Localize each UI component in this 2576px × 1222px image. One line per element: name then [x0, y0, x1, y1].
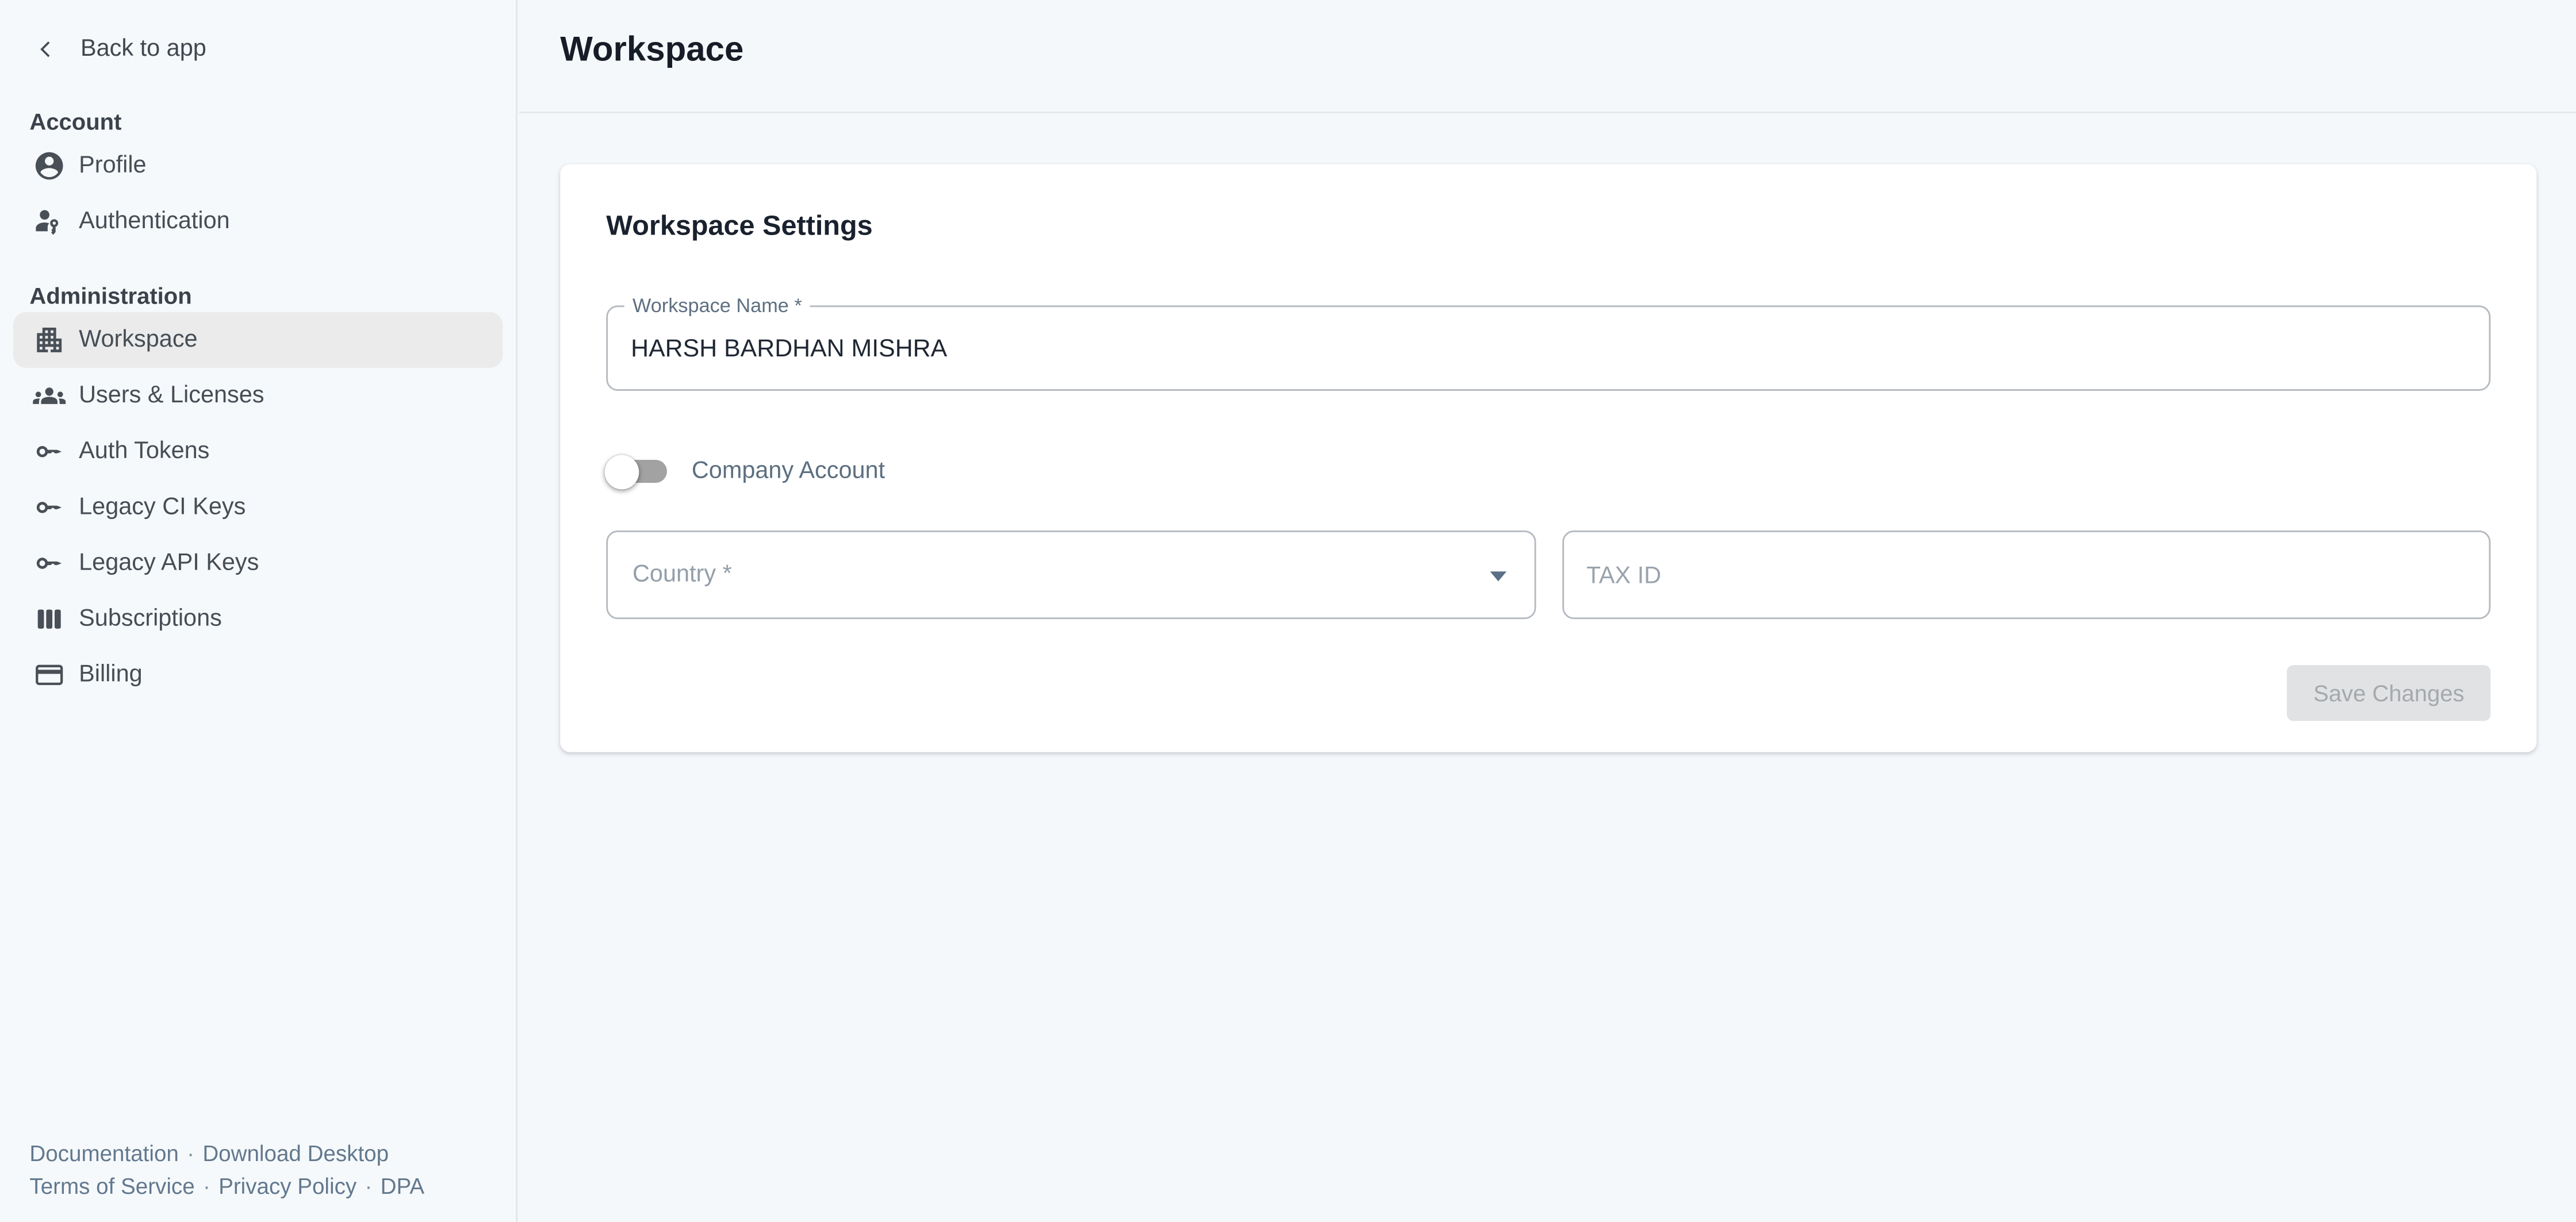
sidebar-item-users-licenses[interactable]: Users & Licenses: [13, 368, 503, 424]
company-account-label: Company Account: [692, 458, 885, 485]
back-to-app-label: Back to app: [80, 36, 206, 63]
sidebar-item-subscriptions[interactable]: Subscriptions: [13, 591, 503, 647]
workspace-settings-page: Back to app Account Profile Authenticati…: [0, 0, 2576, 1222]
back-to-app-button[interactable]: Back to app: [33, 26, 206, 72]
caret-down-icon: [1489, 571, 1506, 581]
footer-row-1: Documentation · Download Desktop: [29, 1138, 424, 1170]
workspace-name-input[interactable]: [608, 307, 2489, 389]
sidebar-item-authentication[interactable]: Authentication: [13, 194, 503, 249]
main-header: Workspace: [519, 0, 2576, 113]
section-title-administration: Administration: [29, 279, 516, 312]
workspace-name-field: Workspace Name *: [606, 305, 2490, 391]
card-title: Workspace Settings: [606, 164, 2490, 247]
sidebar-item-legacy-api-keys[interactable]: Legacy API Keys: [13, 535, 503, 591]
company-account-row: Company Account: [606, 454, 2490, 490]
footer-link-documentation[interactable]: Documentation: [29, 1142, 178, 1166]
page-title: Workspace: [560, 31, 743, 71]
workspace-name-label: Workspace Name *: [624, 294, 810, 318]
chevron-left-icon: [33, 36, 59, 63]
save-row: Save Changes: [606, 665, 2490, 721]
columns-icon: [33, 603, 66, 636]
workspace-settings-card: Workspace Settings Workspace Name * Comp…: [560, 164, 2536, 752]
user-key-icon: [33, 205, 66, 238]
building-icon: [33, 324, 66, 356]
sidebar-item-billing[interactable]: Billing: [13, 647, 503, 703]
sidebar: Back to app Account Profile Authenticati…: [0, 0, 518, 1222]
footer-separator: ·: [203, 1173, 210, 1198]
tax-id-field: [1562, 531, 2491, 619]
sidebar-item-label: Legacy CI Keys: [79, 494, 246, 521]
sidebar-footer: Documentation · Download Desktop Terms of …: [29, 1138, 424, 1202]
country-label: Country *: [632, 562, 732, 588]
sidebar-item-workspace[interactable]: Workspace: [13, 312, 503, 368]
footer-link-dpa[interactable]: DPA: [381, 1173, 424, 1198]
users-group-icon: [33, 379, 66, 412]
credit-card-icon: [33, 659, 66, 691]
sidebar-item-label: Users & Licenses: [79, 383, 264, 409]
sidebar-item-label: Auth Tokens: [79, 439, 209, 465]
toggle-thumb: [604, 454, 639, 489]
save-changes-button[interactable]: Save Changes: [2287, 665, 2491, 721]
footer-separator: ·: [187, 1142, 194, 1166]
footer-separator: ·: [365, 1173, 372, 1198]
sidebar-item-label: Legacy API Keys: [79, 550, 259, 577]
footer-link-download-desktop[interactable]: Download Desktop: [202, 1142, 389, 1166]
tax-id-input[interactable]: [1563, 532, 2489, 618]
footer-row-2: Terms of Service · Privacy Policy · DPA: [29, 1170, 424, 1202]
country-tax-row: Country *: [606, 531, 2490, 619]
footer-link-terms[interactable]: Terms of Service: [29, 1173, 194, 1198]
footer-link-privacy[interactable]: Privacy Policy: [218, 1173, 356, 1198]
sidebar-item-label: Billing: [79, 662, 143, 688]
section-title-account: Account: [29, 105, 516, 138]
key-icon: [33, 491, 66, 524]
sidebar-item-label: Subscriptions: [79, 606, 222, 632]
key-icon: [33, 435, 66, 468]
sidebar-item-label: Profile: [79, 153, 146, 179]
company-account-toggle[interactable]: [606, 454, 669, 490]
sidebar-item-label: Workspace: [79, 327, 197, 353]
sidebar-item-auth-tokens[interactable]: Auth Tokens: [13, 424, 503, 479]
sidebar-item-profile[interactable]: Profile: [13, 138, 503, 194]
main-content: Workspace Workspace Settings Workspace N…: [519, 0, 2576, 1222]
key-icon: [33, 547, 66, 579]
user-circle-icon: [33, 149, 66, 182]
country-select[interactable]: Country *: [606, 531, 1535, 619]
sidebar-item-legacy-ci-keys[interactable]: Legacy CI Keys: [13, 479, 503, 535]
sidebar-item-label: Authentication: [79, 209, 230, 235]
